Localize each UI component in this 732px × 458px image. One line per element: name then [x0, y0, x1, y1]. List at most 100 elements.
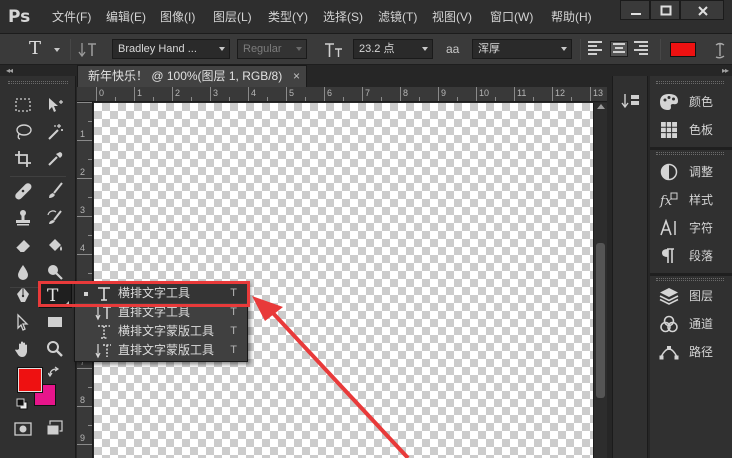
warp-text-button[interactable]	[712, 41, 732, 59]
screen-mode-icon	[46, 420, 63, 436]
screen-mode-button[interactable]	[42, 417, 68, 441]
paragraph-icon	[662, 248, 674, 263]
brush-tool[interactable]	[42, 179, 68, 203]
font-style-value: Regular	[243, 43, 282, 55]
eyedropper-tool[interactable]	[42, 147, 68, 171]
document-title: 新年快乐！ @ 100%(图层 1, RGB/8)	[88, 69, 283, 83]
flyout-item-horizontal-type-mask[interactable]: 横排文字蒙版工具 T	[75, 322, 247, 341]
menu-window[interactable]: 窗口(W)	[490, 9, 533, 25]
font-size-dropdown[interactable]: 23.2 点	[353, 39, 433, 59]
paint-bucket-icon	[49, 239, 62, 251]
paint-bucket-tool[interactable]	[42, 233, 68, 257]
dock-color[interactable]: 颜色	[654, 90, 726, 114]
default-colors-glyph-icon	[16, 398, 28, 410]
document-tab[interactable]: 新年快乐！ @ 100%(图层 1, RGB/8) ×	[77, 65, 307, 87]
magic-wand-icon	[48, 124, 63, 140]
dock-label: 图层	[689, 289, 714, 303]
menu-filter[interactable]: 滤镜(T)	[378, 9, 417, 25]
clone-stamp-tool[interactable]	[10, 206, 36, 230]
align-right-button[interactable]	[634, 41, 652, 57]
ruler-label: 3	[213, 88, 219, 98]
flyout-item-vertical-type-mask[interactable]: 直排文字蒙版工具 T	[75, 341, 247, 360]
close-document-icon[interactable]: ×	[293, 66, 300, 87]
drop-icon	[18, 265, 28, 280]
history-icon	[621, 94, 639, 109]
quick-mask-button[interactable]	[10, 417, 36, 441]
ruler-label: 7	[365, 88, 371, 98]
font-size-value: 23.2 点	[359, 43, 395, 55]
ruler-label: 5	[289, 88, 295, 98]
font-size-icon	[325, 43, 342, 57]
dock-character[interactable]: 字符	[654, 216, 726, 240]
vertical-scrollbar[interactable]	[593, 103, 607, 458]
scroll-up-icon[interactable]	[597, 104, 605, 109]
menu-edit[interactable]: 编辑(E)	[106, 9, 146, 25]
flyout-label: 横排文字蒙版工具	[118, 324, 215, 338]
photoshop-logo: Ps	[8, 7, 31, 27]
move-tool[interactable]	[42, 93, 68, 117]
path-selection-icon	[17, 313, 29, 331]
dock-layers[interactable]: 图层	[654, 284, 726, 308]
tools-panel	[0, 76, 76, 458]
hand-tool[interactable]	[10, 337, 36, 361]
dock-paragraph[interactable]: 段落	[654, 244, 726, 268]
text-orientation-toggle[interactable]	[78, 40, 100, 60]
rectangle-tool[interactable]	[42, 310, 68, 334]
font-style-dropdown[interactable]: Regular	[237, 39, 307, 59]
eraser-tool[interactable]	[10, 233, 36, 257]
move-icon	[49, 98, 63, 112]
maximize-icon	[660, 5, 672, 16]
blur-tool[interactable]	[10, 260, 36, 284]
dock-styles[interactable]: fx 样式	[654, 188, 726, 212]
ruler-label: 8	[80, 395, 86, 405]
menu-select[interactable]: 选择(S)	[323, 9, 363, 25]
font-family-value: Bradley Hand ...	[118, 43, 197, 55]
marquee-tool[interactable]	[10, 93, 36, 117]
menu-bar: Ps 文件(F) 编辑(E) 图像(I) 图层(L) 类型(Y) 选择(S) 滤…	[0, 0, 732, 34]
foreground-color-swatch[interactable]	[17, 367, 43, 393]
align-center-button[interactable]	[610, 41, 628, 57]
stamp-icon	[16, 210, 30, 226]
dock-label: 样式	[689, 193, 714, 207]
maximize-button[interactable]	[650, 0, 680, 20]
close-window-button[interactable]	[680, 0, 724, 20]
close-icon	[698, 6, 708, 16]
menu-view[interactable]: 视图(V)	[432, 9, 472, 25]
dock-swatches[interactable]: 色板	[654, 118, 726, 142]
antialias-label: aa	[446, 42, 460, 56]
path-selection-tool[interactable]	[10, 310, 36, 334]
layers-icon	[659, 288, 679, 305]
magic-wand-tool[interactable]	[42, 120, 68, 144]
ruler-label: 9	[441, 88, 447, 98]
swap-colors-icon[interactable]	[47, 366, 62, 378]
dock-channels[interactable]: 通道	[654, 312, 726, 336]
menu-image[interactable]: 图像(I)	[160, 9, 195, 25]
menu-layer[interactable]: 图层(L)	[213, 9, 252, 25]
history-panel-button[interactable]	[621, 92, 643, 114]
align-left-button[interactable]	[588, 41, 606, 57]
healing-brush-tool[interactable]	[10, 179, 36, 203]
crop-tool[interactable]	[10, 147, 36, 171]
antialias-dropdown[interactable]: 浑厚	[472, 39, 572, 59]
minimize-button[interactable]	[620, 0, 650, 20]
default-colors-icon[interactable]	[16, 398, 28, 410]
pen-tool[interactable]	[10, 283, 36, 307]
bandage-icon	[15, 183, 32, 200]
menu-file[interactable]: 文件(F)	[52, 9, 91, 25]
dock-paths[interactable]: 路径	[654, 340, 726, 364]
ruler-label: 1	[80, 129, 86, 139]
font-family-dropdown[interactable]: Bradley Hand ...	[112, 39, 230, 59]
tool-preset-picker[interactable]: T	[26, 38, 66, 60]
toolbar-collapse-strip[interactable]: ◂◂	[0, 65, 76, 76]
scrollbar-thumb[interactable]	[596, 243, 605, 398]
dock-collapse-strip[interactable]: ▸▸	[612, 65, 732, 76]
menu-type[interactable]: 类型(Y)	[268, 9, 308, 25]
text-color-swatch[interactable]	[670, 42, 696, 57]
dock-adjustments[interactable]: 调整	[654, 160, 726, 184]
history-brush-tool[interactable]	[42, 206, 68, 230]
zoom-tool[interactable]	[42, 337, 68, 361]
lasso-tool[interactable]	[10, 120, 36, 144]
ruler-label: 2	[175, 88, 181, 98]
swatches-grid-icon	[661, 122, 677, 138]
menu-help[interactable]: 帮助(H)	[551, 9, 592, 25]
